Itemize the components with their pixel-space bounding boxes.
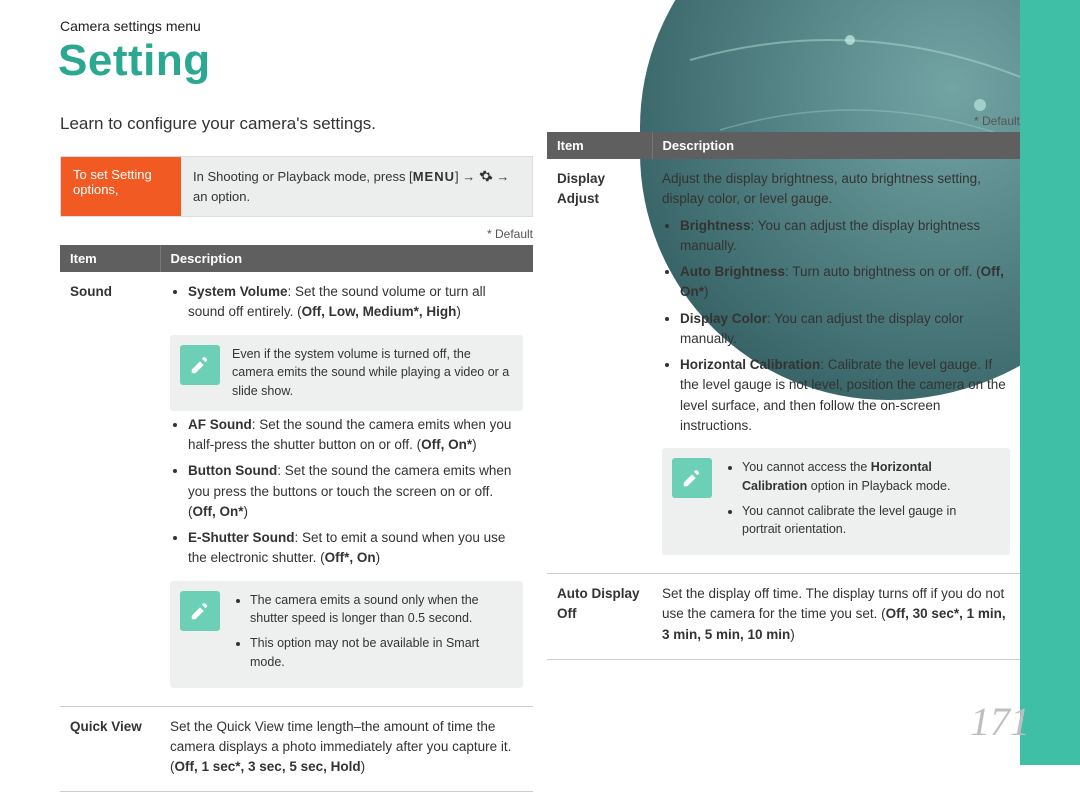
- note-li: You cannot access the Horizontal Calibra…: [742, 458, 998, 496]
- setbox-pre: In Shooting or Playback mode, press [: [193, 169, 413, 184]
- pen-icon: [180, 591, 220, 631]
- label: Auto Brightness: [680, 264, 785, 279]
- label: Horizontal Calibration: [680, 357, 820, 372]
- tail: ): [244, 504, 249, 519]
- desc-sound: System Volume: Set the sound volume or t…: [160, 272, 533, 706]
- opts: Off, On*: [421, 437, 472, 452]
- item-auto-display-off: Auto Display Off: [547, 574, 652, 660]
- note-box: You cannot access the Horizontal Calibra…: [662, 448, 1010, 555]
- tail: ): [361, 759, 366, 774]
- pre: You cannot access the: [742, 460, 871, 474]
- desc-display-adjust: Adjust the display brightness, auto brig…: [652, 159, 1020, 574]
- th-item: Item: [60, 245, 160, 272]
- item-sound: Sound: [60, 272, 160, 706]
- tail: ): [704, 284, 709, 299]
- set-options-label: To set Setting options,: [61, 157, 181, 216]
- note-li: This option may not be available in Smar…: [250, 634, 511, 672]
- table-row: Auto Display Off Set the display off tim…: [547, 574, 1020, 660]
- tail: ): [456, 304, 461, 319]
- setbox-mid: ] →: [455, 169, 479, 184]
- set-options-body: In Shooting or Playback mode, press [MEN…: [181, 157, 532, 216]
- page-title: Setting: [0, 34, 1080, 86]
- table-row: Display Adjust Adjust the display bright…: [547, 159, 1020, 574]
- opts: Off, On*: [193, 504, 244, 519]
- menu-key-icon: MENU: [413, 169, 455, 184]
- pre: You cannot calibrate the level gauge in …: [742, 504, 956, 537]
- default-note-right: * Default: [547, 114, 1020, 128]
- item-quickview: Quick View: [60, 706, 160, 792]
- note-text: Even if the system volume is turned off,…: [232, 347, 509, 399]
- note-li: You cannot calibrate the level gauge in …: [742, 502, 998, 540]
- table-row: Quick View Set the Quick View time lengt…: [60, 706, 533, 792]
- text: : Turn auto brightness on or off. (: [785, 264, 981, 279]
- right-options-table: Item Description Display Adjust Adjust t…: [547, 132, 1020, 660]
- th-item: Item: [547, 132, 652, 159]
- item-display-adjust: Display Adjust: [547, 159, 652, 574]
- pen-icon: [180, 345, 220, 385]
- label: Button Sound: [188, 463, 277, 478]
- label: E-Shutter Sound: [188, 530, 295, 545]
- label: System Volume: [188, 284, 288, 299]
- label: Brightness: [680, 218, 751, 233]
- set-options-callout: To set Setting options, In Shooting or P…: [60, 156, 533, 217]
- table-row: Sound System Volume: Set the sound volum…: [60, 272, 533, 706]
- default-note-left: * Default: [60, 227, 533, 241]
- pen-icon: [672, 458, 712, 498]
- note-box: The camera emits a sound only when the s…: [170, 581, 523, 688]
- th-desc: Description: [160, 245, 533, 272]
- left-options-table: Item Description Sound System Volume: Se…: [60, 245, 533, 792]
- post: option in Playback mode.: [807, 479, 950, 493]
- gear-icon: [479, 167, 493, 187]
- breadcrumb: Camera settings menu: [0, 0, 1080, 34]
- tail: ): [472, 437, 477, 452]
- label: AF Sound: [188, 417, 252, 432]
- opts: Off*, On: [325, 550, 376, 565]
- tail: ): [790, 627, 795, 642]
- th-desc: Description: [652, 132, 1020, 159]
- desc-auto-display-off: Set the display off time. The display tu…: [652, 574, 1020, 660]
- label: Display Color: [680, 311, 767, 326]
- opts: Off, 1 sec*, 3 sec, 5 sec, Hold: [175, 759, 361, 774]
- opts: Off, Low, Medium*, High: [302, 304, 457, 319]
- tail: ): [376, 550, 381, 565]
- note-box: Even if the system volume is turned off,…: [170, 335, 523, 411]
- note-li: The camera emits a sound only when the s…: [250, 591, 511, 629]
- intro-text: Learn to configure your camera's setting…: [60, 114, 533, 134]
- desc-quickview: Set the Quick View time length–the amoun…: [160, 706, 533, 792]
- lead-text: Adjust the display brightness, auto brig…: [662, 169, 1010, 210]
